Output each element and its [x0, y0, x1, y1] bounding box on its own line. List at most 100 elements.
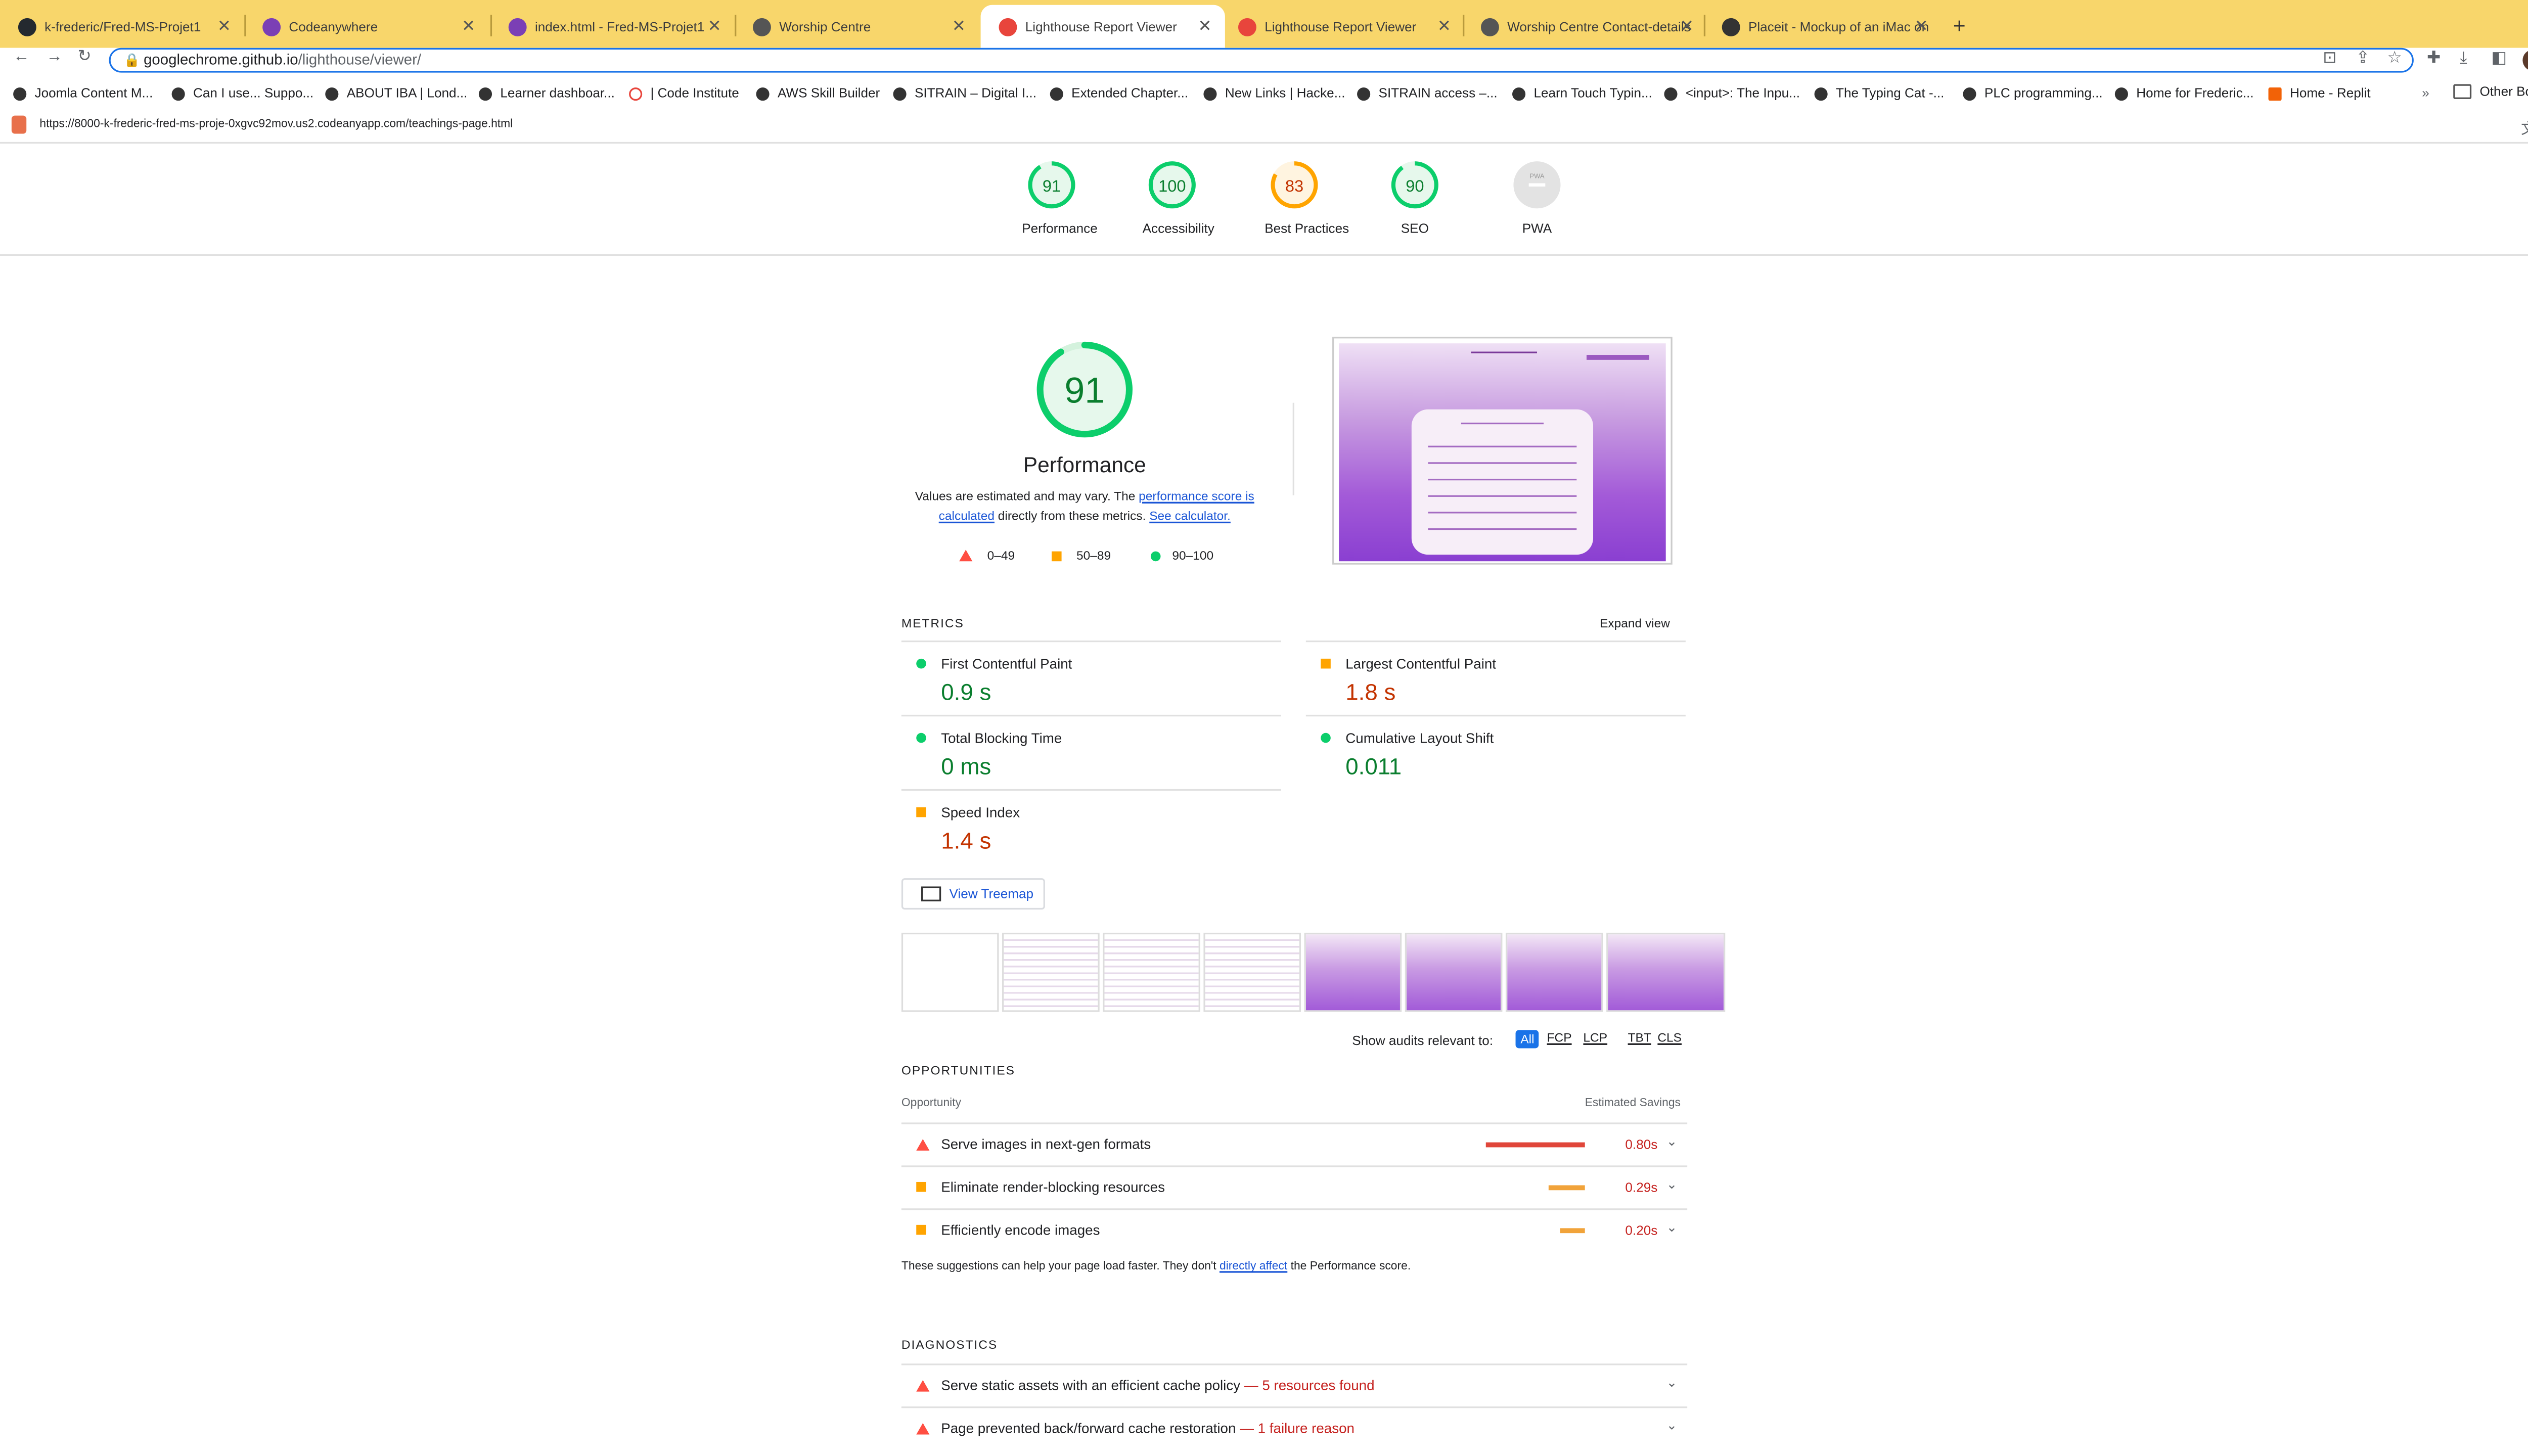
expand-view-toggle[interactable]: Expand view — [1600, 616, 1670, 630]
opportunity-item[interactable]: Serve images in next-gen formats 0.80s ⌄ — [901, 1122, 1688, 1165]
gauge-best-practices[interactable]: 83 Best Practices — [1265, 158, 1349, 236]
filter-chip-cls[interactable]: CLS — [1657, 1030, 1682, 1045]
share-icon[interactable]: ⇪ — [2356, 50, 2370, 68]
tab-8[interactable]: Placeit - Mockup of an iMac on ✕ — [1704, 5, 1942, 48]
diagnostic-item[interactable]: Page prevented back/forward cache restor… — [901, 1406, 1688, 1449]
chevron-down-icon[interactable]: ⌄ — [1666, 1220, 1678, 1235]
filmstrip-frame — [1304, 932, 1402, 1012]
gauge-accessibility[interactable]: 100 Accessibility — [1142, 158, 1214, 236]
metric-name: First Contentful Paint — [941, 655, 1072, 672]
bookmark-item[interactable]: Learner dashboar... — [478, 86, 615, 101]
chevron-down-icon[interactable]: ⌄ — [1666, 1375, 1678, 1390]
tab-4[interactable]: Worship Centre ✕ — [735, 5, 979, 48]
see-calculator-link[interactable]: See calculator. — [1149, 509, 1231, 523]
square-icon — [916, 807, 926, 817]
extensions-icon[interactable]: ✚ — [2427, 50, 2441, 68]
filmstrip-frame — [1002, 932, 1100, 1012]
tab-close-icon[interactable]: ✕ — [952, 17, 966, 35]
gauge-pwa[interactable]: PWA PWA — [1507, 158, 1567, 236]
tab-title: Placeit - Mockup of an iMac on — [1748, 19, 1929, 34]
circle-icon — [916, 658, 926, 669]
tab-7[interactable]: Worship Centre Contact-details ✕ — [1463, 5, 1707, 48]
gauge-label: SEO — [1401, 221, 1429, 236]
filter-chip-lcp[interactable]: LCP — [1583, 1030, 1607, 1045]
bookmark-item[interactable]: Can I use... Suppo... — [171, 86, 313, 101]
opportunity-item[interactable]: Efficiently encode images 0.20s ⌄ — [901, 1208, 1688, 1251]
tab-close-icon[interactable]: ✕ — [1198, 17, 1211, 35]
triangle-icon — [959, 550, 973, 562]
bookmark-item[interactable]: Home for Frederic... — [2114, 86, 2254, 101]
bookmark-item[interactable]: The Typing Cat -... — [1814, 86, 1944, 101]
bookmark-item[interactable]: AWS Skill Builder — [756, 86, 880, 101]
bookmark-item[interactable]: <input>: The Inpu... — [1664, 86, 1800, 101]
side-panel-icon[interactable]: ◧ — [2491, 50, 2507, 68]
filter-chip-tbt[interactable]: TBT — [1628, 1030, 1651, 1045]
tab-close-icon[interactable]: ✕ — [1914, 17, 1928, 35]
chevron-down-icon[interactable]: ⌄ — [1666, 1418, 1678, 1433]
view-treemap-button[interactable]: View Treemap — [901, 878, 1045, 910]
bookmark-star-icon[interactable]: ☆ — [2387, 50, 2402, 68]
tab-6[interactable]: Lighthouse Report Viewer ✕ — [1220, 5, 1464, 48]
reload-icon[interactable]: ↻ — [77, 48, 91, 66]
metric-value: 1.8 s — [1345, 678, 1396, 705]
install-app-icon[interactable]: ⊡ — [2323, 50, 2336, 68]
gauge-label: Accessibility — [1142, 221, 1214, 236]
tab-close-icon[interactable]: ✕ — [708, 17, 721, 35]
tab-1[interactable]: k-frederic/Fred-MS-Projet1 ✕ — [0, 5, 244, 48]
download-icon[interactable]: ⤓ — [2460, 50, 2467, 68]
gauge-performance[interactable]: 91 Performance — [1022, 158, 1098, 236]
bookmark-item[interactable]: Joomla Content M... — [13, 86, 153, 101]
new-tab-button[interactable]: + — [1953, 13, 1966, 38]
opportunities-heading: OPPORTUNITIES — [901, 1063, 1015, 1078]
bookmark-item[interactable]: Learn Touch Typin... — [1512, 86, 1652, 101]
gauge-score: 83 — [1285, 176, 1303, 195]
tab-3[interactable]: index.html - Fred-MS-Projet1 ✕ — [490, 5, 735, 48]
final-screenshot[interactable] — [1332, 337, 1673, 565]
bookmark-item[interactable]: SITRAIN access –... — [1357, 86, 1498, 101]
gauge-label: Performance — [1022, 221, 1098, 236]
bookmark-item[interactable]: ABOUT IBA | Lond... — [325, 86, 467, 101]
metric-total-blocking-time: Total Blocking Time 0 ms — [901, 714, 1281, 791]
forward-icon[interactable]: → — [46, 48, 63, 66]
bookmark-item[interactable]: SITRAIN – Digital I... — [893, 86, 1036, 101]
translate-icon[interactable]: 文A — [2521, 117, 2528, 139]
tab-2[interactable]: Codeanywhere ✕ — [244, 5, 488, 48]
diagnostic-name: Serve static assets with an efficient ca… — [941, 1377, 1375, 1393]
tab-separator — [244, 15, 246, 36]
performance-description: Values are estimated and may vary. The p… — [915, 488, 1254, 524]
bookmark-item[interactable]: New Links | Hacke... — [1203, 86, 1345, 101]
gauge-seo[interactable]: 90 SEO — [1385, 158, 1445, 236]
lock-icon[interactable]: 🔒 — [124, 53, 141, 67]
other-bookmarks[interactable]: Other Bookmarks — [2453, 84, 2528, 99]
directly-affect-link[interactable]: directly affect — [1220, 1261, 1287, 1273]
opportunities-note: These suggestions can help your page loa… — [901, 1261, 1411, 1273]
address-bar[interactable] — [109, 48, 2414, 73]
bookmark-item[interactable]: | Code Institute — [629, 86, 739, 101]
chevron-down-icon[interactable]: ⌄ — [1666, 1177, 1678, 1192]
diagnostic-item[interactable]: Serve static assets with an efficient ca… — [901, 1363, 1688, 1406]
metric-speed-index: Speed Index 1.4 s — [901, 789, 1281, 865]
pwa-dash — [1528, 183, 1546, 187]
bookmarks-overflow-chevron[interactable]: » — [2422, 86, 2429, 101]
back-icon[interactable]: ← — [13, 48, 30, 66]
tab-close-icon[interactable]: ✕ — [1437, 17, 1451, 35]
address-text[interactable]: googlechrome.github.io/lighthouse/viewer… — [144, 51, 421, 68]
bookmark-favicon-icon — [478, 86, 492, 100]
bookmark-item[interactable]: Extended Chapter... — [1050, 86, 1188, 101]
tab-close-icon[interactable]: ✕ — [217, 17, 231, 35]
filter-chip-fcp[interactable]: FCP — [1547, 1030, 1572, 1045]
filmstrip-frame — [1606, 932, 1726, 1012]
bookmark-item[interactable]: Home - Replit — [2268, 86, 2371, 101]
filter-chip-all[interactable]: All — [1515, 1030, 1540, 1049]
bookmark-item[interactable]: PLC programming... — [1963, 86, 2103, 101]
audited-url[interactable]: https://8000-k-frederic-fred-ms-proje-0x… — [39, 119, 513, 130]
tab-close-icon[interactable]: ✕ — [1680, 17, 1694, 35]
metrics-heading: METRICS — [901, 615, 964, 631]
opportunity-item[interactable]: Eliminate render-blocking resources 0.29s… — [901, 1165, 1688, 1208]
triangle-icon — [916, 1423, 930, 1435]
savings-value: 0.80s — [1625, 1137, 1658, 1153]
circle-icon — [1321, 733, 1331, 743]
tab-close-icon[interactable]: ✕ — [462, 17, 475, 35]
chevron-down-icon[interactable]: ⌄ — [1666, 1134, 1678, 1149]
tab-5[interactable]: Lighthouse Report Viewer ✕ — [980, 5, 1225, 48]
